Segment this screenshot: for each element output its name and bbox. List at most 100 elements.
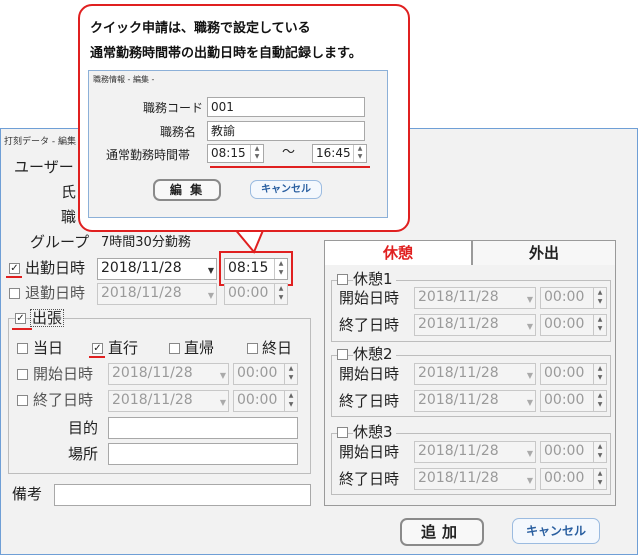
chevron-down-icon: ▼ (219, 398, 226, 407)
break3-start-date-dropdown[interactable]: 2018/11/28 ▼ (414, 441, 536, 463)
tab-break[interactable]: 休憩 (324, 240, 472, 266)
break2-start-label: 開始日時 (339, 365, 400, 383)
dialog-cancel-button[interactable]: キャンセル (250, 180, 322, 199)
trip-end-checkbox[interactable] (17, 395, 28, 406)
job-dialog-title: 職務情報 - 編集 - (93, 75, 155, 84)
job-code-label: 職務コード (143, 101, 204, 115)
business-trip-checkbox[interactable]: ✓ (15, 313, 26, 324)
chevron-down-icon: ▼ (207, 291, 214, 300)
all-day-label: 終日 (262, 339, 293, 357)
job-code-input[interactable]: 001 (207, 97, 365, 117)
remarks-input[interactable] (54, 484, 311, 506)
trip-start-label: 開始日時 (33, 365, 94, 383)
break3-label: 休憩3 (353, 423, 396, 441)
break1-end-label: 終了日時 (339, 316, 400, 334)
purpose-input[interactable] (108, 417, 298, 439)
break1-label: 休憩1 (353, 270, 396, 288)
job-label: 職 (61, 208, 77, 226)
attendance-date-dropdown[interactable]: 2018/11/28 ▼ (97, 258, 217, 280)
spin-arrows-icon[interactable]: ▲ ▼ (353, 145, 366, 162)
spin-arrows-icon[interactable]: ▲ ▼ (250, 145, 263, 162)
callout-line2: 通常勤務時間帯の出勤日時を自動記録します。 (90, 46, 362, 61)
regular-hours-start-spinner[interactable]: 08:15 ▲ ▼ (207, 144, 264, 163)
all-day-checkbox[interactable] (247, 343, 258, 354)
break1-end-time-spinner[interactable]: 00:00 ▲ ▼ (540, 314, 607, 336)
break3-checkbox[interactable] (337, 427, 348, 438)
attendance-label: 出勤日時 (25, 259, 86, 277)
chevron-down-icon: ▼ (526, 322, 533, 331)
attendance-underline (6, 276, 22, 278)
break2-start-time-spinner[interactable]: 00:00 ▲ ▼ (540, 363, 607, 385)
break3-end-label: 終了日時 (339, 470, 400, 488)
break2-checkbox[interactable] (337, 349, 348, 360)
break1-start-time-spinner[interactable]: 00:00 ▲ ▼ (540, 287, 607, 309)
spin-arrows-icon[interactable]: ▲ ▼ (284, 364, 297, 384)
direct-return-checkbox[interactable] (169, 343, 180, 354)
place-input[interactable] (108, 443, 298, 465)
break1-start-date-dropdown[interactable]: 2018/11/28 ▼ (414, 287, 536, 309)
group-label: グループ (30, 233, 90, 251)
place-label: 場所 (68, 445, 99, 463)
break1-checkbox[interactable] (337, 274, 348, 285)
leave-date-dropdown[interactable]: 2018/11/28 ▼ (97, 283, 217, 305)
spin-arrows-icon[interactable]: ▲ ▼ (593, 364, 606, 384)
spin-arrows-icon[interactable]: ▲ ▼ (593, 442, 606, 462)
spin-arrows-icon[interactable]: ▲ ▼ (593, 469, 606, 489)
trip-start-date-dropdown[interactable]: 2018/11/28 ▼ (108, 363, 229, 385)
job-name-label: 職務名 (160, 125, 197, 139)
leave-time-spinner[interactable]: 00:00 ▲ ▼ (224, 283, 288, 305)
tab-out[interactable]: 外出 (472, 240, 616, 266)
chevron-down-icon: ▼ (526, 371, 533, 380)
spin-arrows-icon[interactable]: ▲ ▼ (284, 391, 297, 411)
regular-hours-underline (210, 166, 370, 168)
direct-go-underline (89, 356, 105, 358)
leave-label: 退勤日時 (25, 284, 86, 302)
business-trip-underline (12, 328, 32, 330)
chevron-down-icon: ▼ (526, 398, 533, 407)
callout-line1: クイック申請は、職務で設定している (90, 21, 311, 36)
break2-end-time-spinner[interactable]: 00:00 ▲ ▼ (540, 390, 607, 412)
edit-button[interactable]: 編 集 (153, 179, 221, 201)
name-label: 氏 (61, 183, 77, 201)
trip-end-time-spinner[interactable]: 00:00 ▲ ▼ (233, 390, 298, 412)
break3-end-date-dropdown[interactable]: 2018/11/28 ▼ (414, 468, 536, 490)
group-value: 7時間30分勤務 (101, 235, 191, 250)
chevron-down-icon: ▼ (526, 476, 533, 485)
regular-hours-end-spinner[interactable]: 16:45 ▲ ▼ (312, 144, 367, 163)
chevron-down-icon: ▼ (207, 266, 214, 275)
same-day-checkbox[interactable] (17, 343, 28, 354)
direct-return-label: 直帰 (184, 339, 215, 357)
break2-start-date-dropdown[interactable]: 2018/11/28 ▼ (414, 363, 536, 385)
job-name-input[interactable]: 教諭 (207, 121, 365, 141)
direct-go-checkbox[interactable]: ✓ (92, 343, 103, 354)
chevron-down-icon: ▼ (219, 371, 226, 380)
chevron-down-icon: ▼ (526, 295, 533, 304)
attendance-checkbox[interactable]: ✓ (9, 263, 20, 274)
trip-end-label: 終了日時 (33, 391, 94, 409)
spin-arrows-icon[interactable]: ▲ ▼ (593, 391, 606, 411)
break3-start-time-spinner[interactable]: 00:00 ▲ ▼ (540, 441, 607, 463)
time-range-tilde: ～ (282, 145, 296, 160)
trip-end-date-dropdown[interactable]: 2018/11/28 ▼ (108, 390, 229, 412)
remarks-label: 備考 (12, 485, 43, 503)
add-button[interactable]: 追加 (400, 518, 484, 546)
regular-hours-label: 通常勤務時間帯 (106, 148, 191, 162)
break2-end-label: 終了日時 (339, 392, 400, 410)
spin-arrows-icon[interactable]: ▲ ▼ (274, 284, 287, 304)
cancel-button[interactable]: キャンセル (512, 518, 600, 544)
break3-end-time-spinner[interactable]: 00:00 ▲ ▼ (540, 468, 607, 490)
trip-start-checkbox[interactable] (17, 369, 28, 380)
break1-end-date-dropdown[interactable]: 2018/11/28 ▼ (414, 314, 536, 336)
break2-end-date-dropdown[interactable]: 2018/11/28 ▼ (414, 390, 536, 412)
user-label: ユーザー (14, 158, 74, 176)
spin-arrows-icon[interactable]: ▲ ▼ (593, 315, 606, 335)
break2-label: 休憩2 (353, 345, 396, 363)
spin-arrows-icon[interactable]: ▲ ▼ (274, 259, 287, 279)
trip-start-time-spinner[interactable]: 00:00 ▲ ▼ (233, 363, 298, 385)
window-title: 打刻データ - 編集 (4, 137, 76, 147)
spin-arrows-icon[interactable]: ▲ ▼ (593, 288, 606, 308)
leave-checkbox[interactable] (9, 288, 20, 299)
break3-start-label: 開始日時 (339, 443, 400, 461)
attendance-time-spinner[interactable]: 08:15 ▲ ▼ (224, 258, 288, 280)
chevron-down-icon: ▼ (526, 449, 533, 458)
